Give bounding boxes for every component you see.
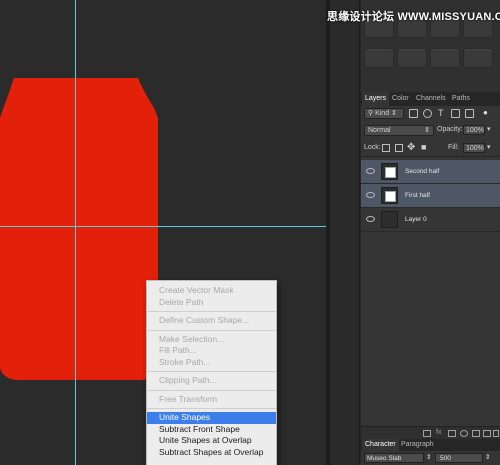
- opacity-input[interactable]: 100%: [463, 125, 485, 135]
- adjustment-layer-icon[interactable]: [460, 430, 468, 437]
- smart-object-filter-icon[interactable]: [465, 109, 474, 118]
- blend-row: Normal ⇕ Opacity: 100% ▾: [361, 123, 500, 139]
- filter-kind-value: Kind: [375, 110, 390, 117]
- menu-item-define-custom-shape[interactable]: Define Custom Shape...: [147, 315, 276, 327]
- red-can-shape[interactable]: [0, 78, 158, 380]
- blend-mode-value: Normal: [368, 127, 391, 134]
- lock-label: Lock:: [364, 144, 381, 151]
- tab-character[interactable]: Character: [362, 439, 399, 451]
- lock-transparent-icon[interactable]: [382, 144, 390, 152]
- blend-mode-select[interactable]: Normal ⇕: [364, 125, 434, 136]
- menu-item-fill-path[interactable]: Fill Path...: [147, 345, 276, 357]
- layer-style-icon[interactable]: fx: [436, 429, 441, 436]
- character-tab-bar: Character Paragraph: [361, 439, 500, 451]
- layer-thumbnail: [381, 211, 398, 228]
- filter-kind-select[interactable]: ⚲ Kind ⇕: [364, 108, 404, 119]
- style-swatch[interactable]: [430, 48, 460, 68]
- font-family-arrow-icon[interactable]: ⇕: [426, 453, 431, 461]
- visibility-eye-icon[interactable]: [366, 192, 375, 198]
- opacity-label: Opacity:: [437, 126, 463, 133]
- font-family-select[interactable]: Museo Slab: [364, 453, 424, 463]
- layer-name: Layer 0: [405, 216, 427, 223]
- style-swatch[interactable]: [397, 48, 427, 68]
- fill-arrow-icon[interactable]: ▾: [487, 143, 491, 151]
- visibility-eye-icon[interactable]: [366, 216, 375, 222]
- tab-paragraph[interactable]: Paragraph: [401, 441, 434, 448]
- shape-layer-thumbnail: [381, 187, 398, 204]
- right-panel: Layers Color Channels Paths ⚲ Kind ⇕ T ●…: [361, 0, 500, 465]
- menu-item-subtract-shapes-at-overlap[interactable]: Subtract Shapes at Overlap: [147, 447, 276, 459]
- menu-separator: [147, 329, 276, 331]
- layer-name: Second half: [405, 168, 440, 175]
- layers-tab-bar: Layers Color Channels Paths: [361, 92, 500, 106]
- fill-input[interactable]: 100%: [463, 143, 485, 153]
- vertical-guide: [75, 0, 76, 465]
- context-menu[interactable]: Create Vector Mask Delete Path Define Cu…: [146, 280, 277, 465]
- menu-separator: [147, 408, 276, 409]
- type-filter-icon[interactable]: T: [438, 108, 444, 118]
- layer-row-layer-0[interactable]: Layer 0: [361, 208, 500, 232]
- font-size-select[interactable]: 500: [435, 453, 483, 463]
- lock-all-icon[interactable]: ■: [421, 142, 426, 152]
- layer-name: First half: [405, 192, 430, 199]
- menu-item-unite-shapes-at-overlap[interactable]: Unite Shapes at Overlap: [147, 435, 276, 447]
- menu-item-make-selection[interactable]: Make Selection...: [147, 334, 276, 346]
- tab-layers[interactable]: Layers: [362, 92, 390, 106]
- tab-paths[interactable]: Paths: [452, 95, 470, 102]
- menu-item-create-vector-mask[interactable]: Create Vector Mask: [147, 285, 276, 297]
- layer-filter-row: ⚲ Kind ⇕ T ●: [361, 106, 500, 122]
- lock-position-icon[interactable]: ✥: [407, 142, 415, 153]
- opacity-arrow-icon[interactable]: ▾: [487, 125, 491, 133]
- pixel-filter-icon[interactable]: [409, 109, 418, 118]
- font-size-arrow-icon[interactable]: ⇕: [485, 453, 490, 461]
- menu-item-clipping-path[interactable]: Clipping Path...: [147, 375, 276, 387]
- style-swatch[interactable]: [364, 48, 394, 68]
- style-swatch[interactable]: [463, 48, 493, 68]
- fill-label: Fill:: [448, 144, 459, 151]
- layers-bottom-bar: fx: [361, 426, 500, 439]
- horizontal-guide: [0, 226, 326, 227]
- link-layers-icon[interactable]: [423, 430, 431, 437]
- watermark: 思缘设计论坛 WWW.MISSYUAN.COM: [327, 11, 500, 23]
- menu-separator: [147, 389, 276, 391]
- add-mask-icon[interactable]: [448, 430, 456, 437]
- tab-channels[interactable]: Channels: [416, 95, 446, 102]
- shape-filter-icon[interactable]: [451, 109, 460, 118]
- menu-item-stroke-path[interactable]: Stroke Path...: [147, 357, 276, 369]
- character-font-row: Museo Slab ⇕ 500 ⇕: [361, 451, 500, 465]
- shape-layer-thumbnail: [381, 163, 398, 180]
- layer-row-second-half[interactable]: Second half: [361, 160, 500, 184]
- menu-item-subtract-front-shape[interactable]: Subtract Front Shape: [147, 424, 276, 436]
- lock-row: Lock: ✥ ■ Fill: 100% ▾: [361, 141, 500, 157]
- menu-separator: [147, 311, 276, 312]
- filter-toggle-icon[interactable]: ●: [483, 108, 488, 117]
- visibility-eye-icon[interactable]: [366, 168, 375, 174]
- new-layer-icon[interactable]: [483, 430, 491, 437]
- new-group-icon[interactable]: [472, 430, 480, 437]
- panel-dock-strip: [330, 0, 360, 465]
- menu-item-unite-shapes[interactable]: Unite Shapes: [147, 412, 276, 424]
- adjustment-filter-icon[interactable]: [423, 109, 432, 118]
- delete-layer-icon[interactable]: [493, 430, 499, 437]
- tab-color[interactable]: Color: [392, 95, 409, 102]
- menu-item-delete-path[interactable]: Delete Path: [147, 297, 276, 309]
- menu-item-free-transform[interactable]: Free Transform: [147, 394, 276, 406]
- menu-separator: [147, 371, 276, 372]
- lock-image-icon[interactable]: [395, 144, 403, 152]
- layer-row-first-half[interactable]: First half: [361, 184, 500, 208]
